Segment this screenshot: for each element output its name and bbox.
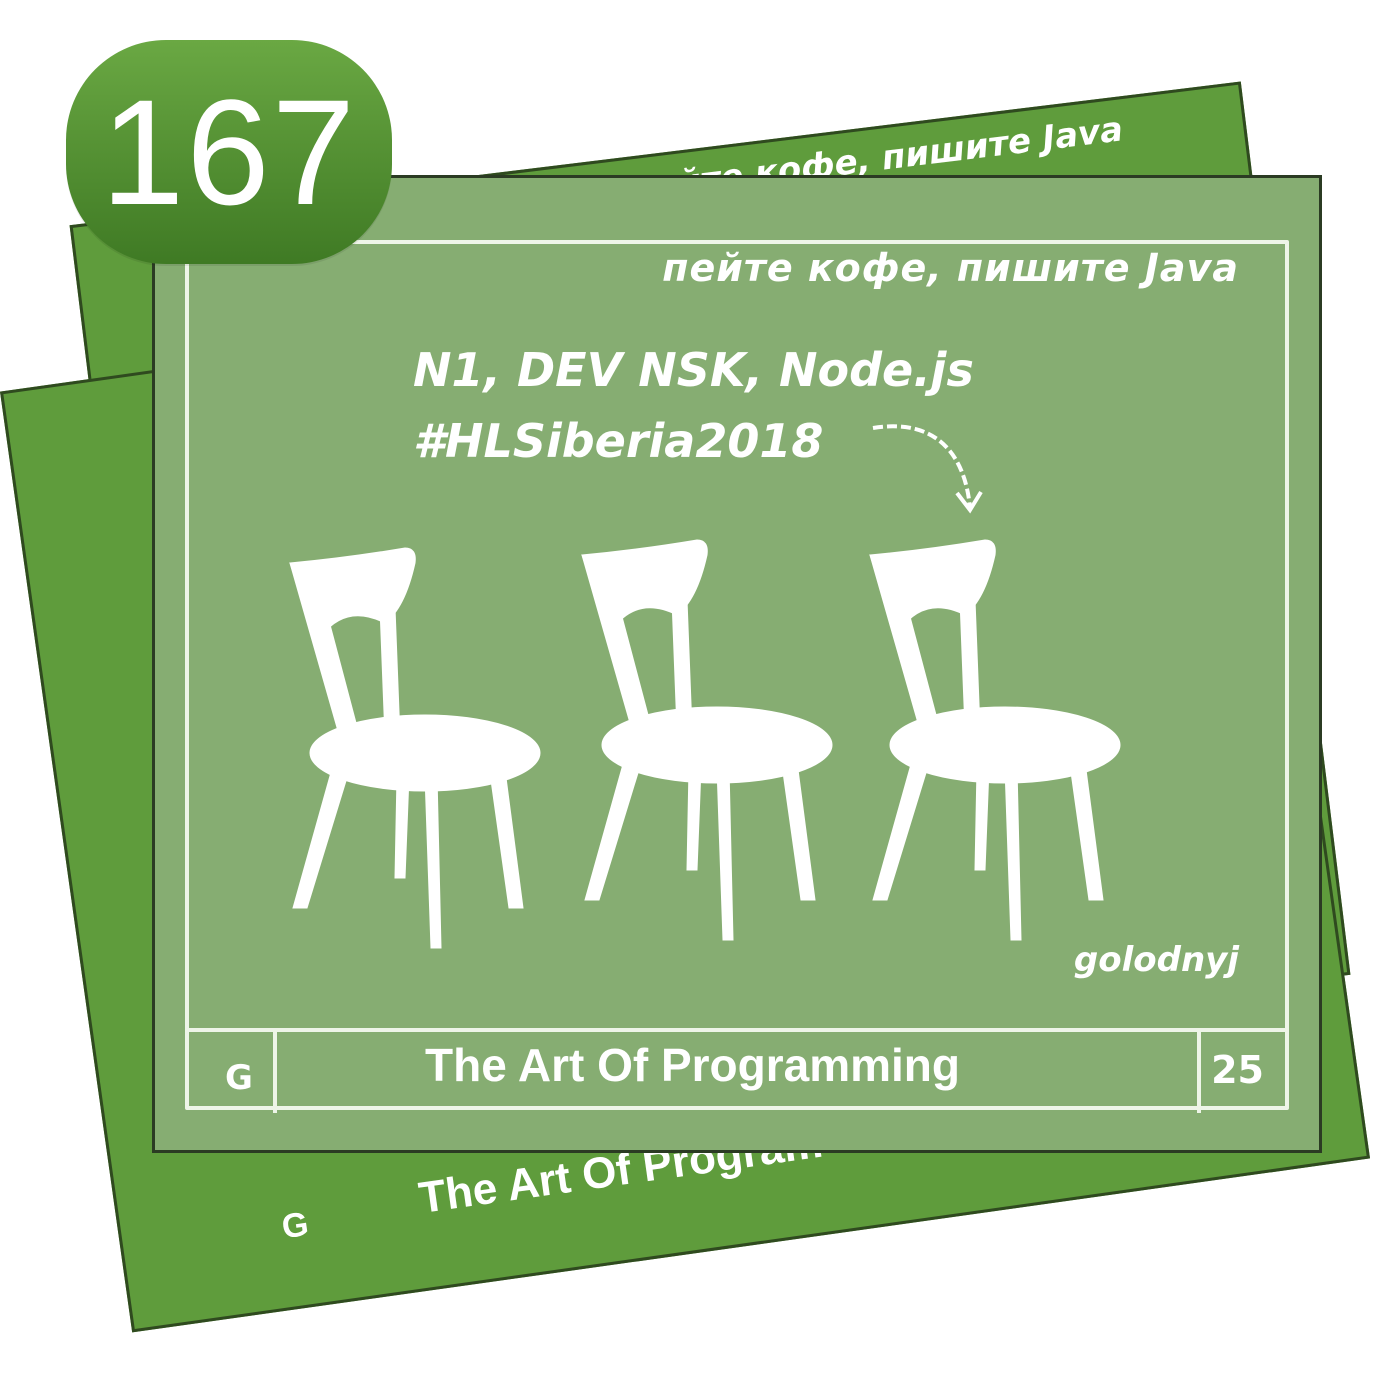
back-card-letter: G — [279, 1204, 311, 1247]
chairs-group — [289, 539, 1121, 949]
chair-icon — [581, 539, 833, 941]
chair-icon — [869, 539, 1121, 941]
episode-badge: 167 — [66, 40, 392, 264]
episode-number: 167 — [100, 68, 358, 236]
front-card: пейте кофе, пишите Java N1, DEV NSK, Nod… — [152, 175, 1322, 1153]
chair-icon — [289, 547, 541, 949]
